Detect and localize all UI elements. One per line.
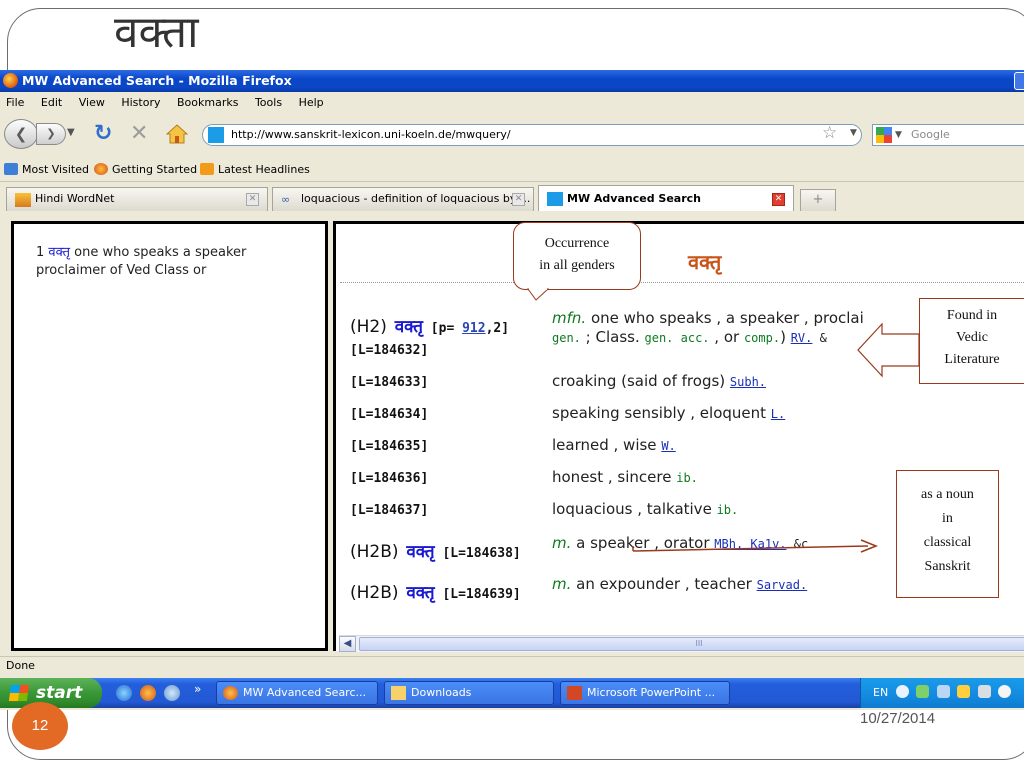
page-number-badge: 12 xyxy=(12,702,68,750)
vedic-block-arrow xyxy=(857,322,920,378)
occurrence-callout-tail xyxy=(527,288,550,301)
noun-arrow-line xyxy=(632,545,869,552)
slide-date: 10/27/2014 xyxy=(860,710,936,727)
annotation-arrows xyxy=(527,288,920,553)
